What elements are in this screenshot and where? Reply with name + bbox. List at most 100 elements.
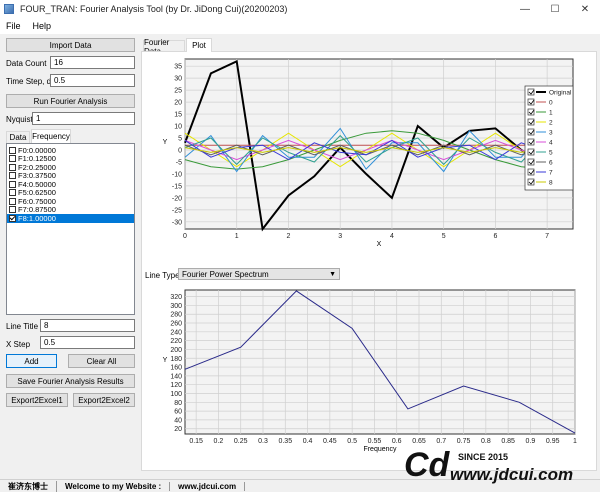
window-title: FOUR_TRAN: Fourier Analysis Tool (by Dr.… (20, 4, 288, 14)
y-axis-label: Y (163, 139, 168, 146)
y-axis-label: Y (163, 357, 168, 364)
frequency-item[interactable]: F7:0.87500 (7, 205, 134, 214)
tab-frequency[interactable]: Frequency (31, 129, 71, 143)
menu-help[interactable]: Help (27, 21, 58, 31)
frequency-checkbox[interactable] (9, 146, 16, 154)
data-count-field[interactable]: 16 (50, 56, 135, 69)
y-tick-label: -15 (172, 183, 182, 190)
x-tick-label: 0.6 (392, 438, 402, 445)
x-tick-label: 3 (338, 233, 342, 240)
x-tick-label: 0.2 (214, 438, 224, 445)
x-tick-label: 5 (442, 233, 446, 240)
y-tick-label: 25 (174, 88, 182, 95)
close-button[interactable]: ✕ (570, 0, 600, 18)
y-tick-label: 0 (178, 147, 182, 154)
x-tick-label: 1 (235, 233, 239, 240)
frequency-item[interactable]: F1:0.12500 (7, 154, 134, 163)
y-tick-label: 200 (170, 347, 182, 354)
export-excel2-button[interactable]: Export2Excel2 (73, 393, 135, 407)
x-tick-label: 6 (493, 233, 497, 240)
export-excel1-button[interactable]: Export2Excel1 (6, 393, 68, 407)
clear-all-button[interactable]: Clear All (68, 354, 135, 368)
frequency-item[interactable]: F4:0.50000 (7, 180, 134, 189)
legend-label: 4 (549, 140, 553, 147)
legend-label: 7 (549, 170, 553, 177)
line-type-value: Fourier Power Spectrum (182, 269, 269, 279)
frequency-item[interactable]: F2:0.25000 (7, 163, 134, 172)
watermark-logo: Cd SINCE 2015 www.jdcui.com (402, 440, 598, 488)
legend-label: 5 (549, 150, 553, 157)
y-tick-label: 140 (170, 373, 182, 380)
line-title-label: Line Title (6, 322, 39, 331)
y-tick-label: 20 (174, 426, 182, 433)
save-results-button[interactable]: Save Fourier Analysis Results (6, 374, 135, 388)
legend-label: 3 (549, 130, 553, 137)
frequency-checkbox[interactable] (9, 180, 16, 188)
frequency-checkbox[interactable] (9, 155, 16, 163)
tab-data[interactable]: Data (6, 131, 30, 143)
y-tick-label: 60 (174, 409, 182, 416)
import-data-button[interactable]: Import Data (6, 38, 135, 52)
frequency-checkbox[interactable] (9, 197, 16, 205)
run-fourier-button[interactable]: Run Fourier Analysis (6, 94, 135, 108)
frequency-item[interactable]: F3:0.37500 (7, 171, 134, 180)
frequency-checkbox[interactable] (9, 172, 16, 180)
power-spectrum-chart: 320 300 280 260 240 220 200 180 160 140 120 100 80 60… (145, 284, 593, 464)
time-step-label: Time Step, dx (6, 77, 56, 86)
frequency-checkbox[interactable] (9, 214, 16, 222)
app-icon (4, 4, 14, 14)
chevron-down-icon: ▼ (329, 270, 336, 278)
minimize-button[interactable]: — (510, 0, 540, 18)
x-tick-label: 0.15 (189, 438, 203, 445)
y-tick-label: 10 (174, 124, 182, 131)
y-tick-label: 240 (170, 329, 182, 336)
tab-plot[interactable]: Plot (186, 38, 212, 52)
line-title-field[interactable]: 8 (40, 319, 135, 332)
x-axis-label: X (377, 241, 382, 248)
frequency-checkbox[interactable] (9, 189, 16, 197)
x-tick-label: 4 (390, 233, 394, 240)
legend-label: 1 (549, 110, 553, 117)
legend-label: 2 (549, 120, 553, 127)
frequency-item[interactable]: F8:1.00000 (7, 214, 134, 223)
x-axis-label: Frequency (363, 446, 397, 453)
add-button[interactable]: Add (6, 354, 57, 368)
nyquist-label: Nyquist (6, 115, 33, 124)
status-author: 崔济东博士 (0, 480, 57, 492)
frequency-checkbox[interactable] (9, 206, 16, 214)
y-tick-label: -5 (176, 159, 182, 166)
menu-bar: File Help (0, 18, 600, 34)
nyquist-field[interactable]: 1 (32, 112, 135, 125)
legend-label: 8 (549, 180, 553, 187)
x-step-field[interactable]: 0.5 (40, 336, 135, 349)
frequency-checkbox[interactable] (9, 163, 16, 171)
x-tick-label: 0.25 (234, 438, 248, 445)
y-tick-label: 180 (170, 356, 182, 363)
menu-file[interactable]: File (0, 21, 27, 31)
line-type-select[interactable]: Fourier Power Spectrum ▼ (178, 268, 340, 280)
status-welcome: Welcome to my Website : (57, 481, 171, 491)
x-tick-label: 0.55 (368, 438, 382, 445)
x-tick-label: 0.45 (323, 438, 337, 445)
y-tick-label: 80 (174, 400, 182, 407)
time-step-field[interactable]: 0.5 (50, 74, 135, 87)
y-tick-label: 100 (170, 391, 182, 398)
x-tick-label: 2 (287, 233, 291, 240)
y-tick-label: -10 (172, 171, 182, 178)
frequency-item[interactable]: F5:0.62500 (7, 188, 134, 197)
x-tick-label: 0.3 (258, 438, 268, 445)
frequency-item[interactable]: F0:0.00000 (7, 146, 134, 155)
y-tick-label: 220 (170, 338, 182, 345)
status-site[interactable]: www.jdcui.com (170, 481, 246, 491)
x-tick-label: 0.5 (347, 438, 357, 445)
frequency-item[interactable]: F6:0.75000 (7, 197, 134, 206)
logo-letters: Cd (404, 446, 451, 484)
y-tick-label: 260 (170, 321, 182, 328)
maximize-button[interactable]: ☐ (540, 0, 570, 18)
title-bar: FOUR_TRAN: Fourier Analysis Tool (by Dr.… (0, 0, 600, 18)
y-tick-label: 320 (170, 294, 182, 301)
y-tick-label: 300 (170, 303, 182, 310)
legend-label: 6 (549, 160, 553, 167)
logo-since: SINCE 2015 (458, 452, 508, 462)
y-tick-label: 120 (170, 382, 182, 389)
